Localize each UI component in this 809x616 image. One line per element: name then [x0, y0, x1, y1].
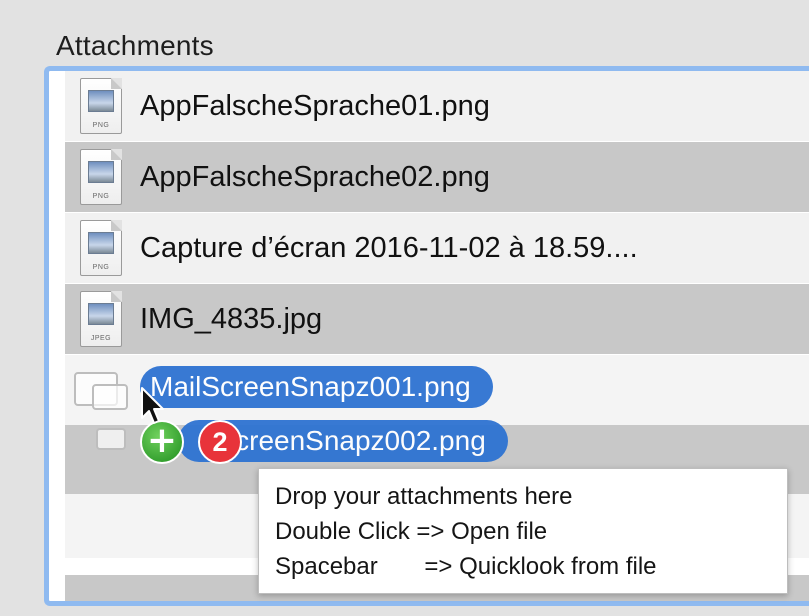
- drag-item-label: MailScreenSnapz001.png: [140, 366, 493, 408]
- jpeg-file-icon: JPEG: [80, 291, 122, 347]
- attachments-label: Attachments: [56, 30, 214, 61]
- png-file-icon: PNG: [80, 220, 122, 276]
- attachment-name: AppFalscheSprache02.png: [140, 160, 490, 193]
- arrow-cursor-icon: [141, 387, 164, 424]
- attachment-row[interactable]: PNG AppFalscheSprache01.png: [65, 71, 809, 141]
- attachment-row[interactable]: PNG Capture d’écran 2016-11-02 à 18.59..…: [65, 213, 809, 283]
- copy-plus-icon: +: [140, 420, 184, 464]
- drag-ghost-icon: [96, 428, 126, 450]
- drag-count-badge: 2: [198, 420, 242, 464]
- tooltip-line: Spacebar => Quicklook from file: [275, 553, 657, 580]
- drag-ghost-icon: [92, 384, 128, 410]
- tooltip-line: Drop your attachments here: [275, 483, 573, 510]
- attachment-row[interactable]: PNG AppFalscheSprache02.png: [65, 142, 809, 212]
- attachment-name: AppFalscheSprache01.png: [140, 89, 490, 122]
- attachments-panel: Attachments PNG AppFalscheSprache01.png …: [0, 0, 809, 616]
- attachment-row[interactable]: JPEG IMG_4835.jpg: [65, 284, 809, 354]
- attachment-name: Capture d’écran 2016-11-02 à 18.59....: [140, 231, 638, 264]
- tooltip-line: Double Click => Open file: [275, 518, 548, 545]
- png-file-icon: PNG: [80, 78, 122, 134]
- help-tooltip: Drop your attachments here Double Click …: [258, 468, 788, 594]
- attachment-name: IMG_4835.jpg: [140, 302, 323, 335]
- png-file-icon: PNG: [80, 149, 122, 205]
